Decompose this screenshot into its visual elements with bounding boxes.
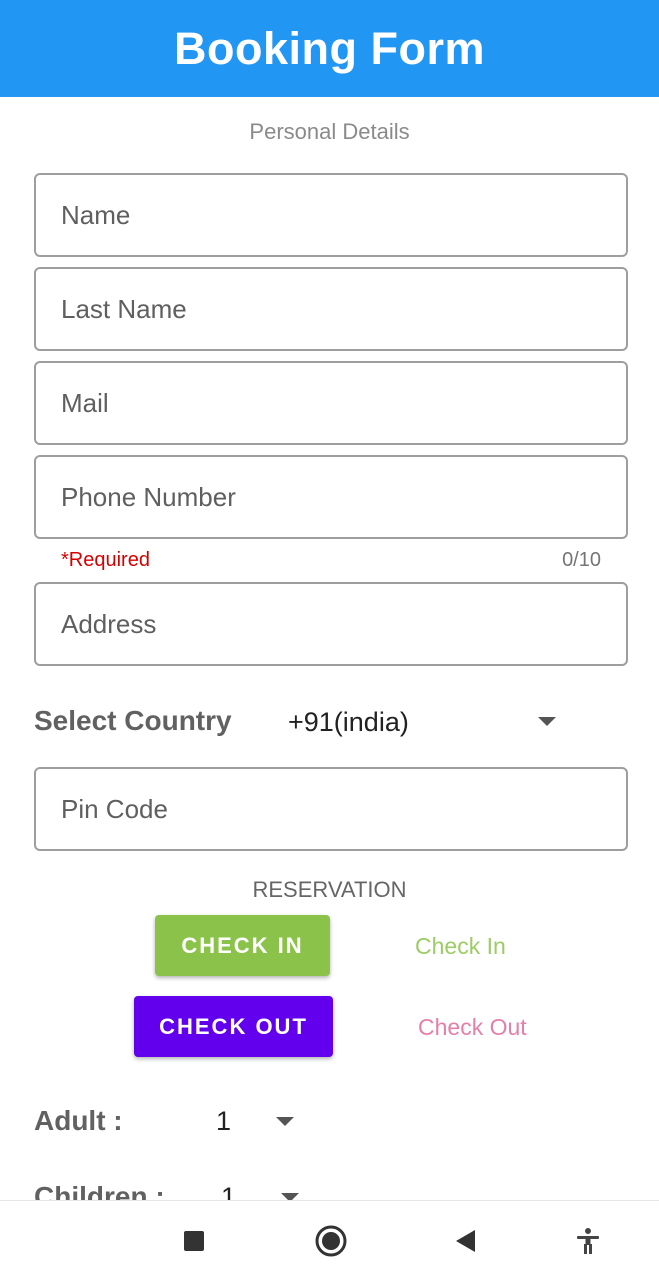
phone-char-counter: 0/10 bbox=[562, 549, 601, 571]
accessibility-icon bbox=[577, 1228, 599, 1254]
home-circle-icon bbox=[315, 1225, 347, 1257]
adult-label: Adult : bbox=[34, 1105, 123, 1136]
back-button[interactable] bbox=[436, 1201, 496, 1280]
pin-code-input[interactable] bbox=[61, 793, 626, 825]
app-bar: Booking Form bbox=[0, 0, 659, 97]
personal-details-label: Personal Details bbox=[249, 119, 410, 144]
address-input[interactable] bbox=[61, 608, 626, 640]
accessibility-button[interactable] bbox=[558, 1201, 618, 1280]
country-value: +91(india) bbox=[288, 706, 409, 737]
adult-dropdown-arrow-icon bbox=[276, 1117, 294, 1126]
check-out-date-text: Check Out bbox=[418, 1014, 527, 1040]
address-field[interactable] bbox=[34, 582, 628, 666]
last-name-input[interactable] bbox=[61, 293, 626, 325]
back-triangle-icon bbox=[456, 1230, 475, 1252]
phone-field[interactable] bbox=[34, 455, 628, 539]
phone-required-hint: *Required bbox=[61, 549, 150, 571]
country-spinner[interactable]: +91(india) bbox=[288, 700, 568, 744]
home-button[interactable] bbox=[301, 1201, 361, 1280]
phone-input[interactable] bbox=[61, 481, 626, 513]
check-in-button[interactable]: CHECK IN bbox=[155, 915, 330, 976]
check-in-date-text: Check In bbox=[415, 933, 506, 959]
reservation-label: RESERVATION bbox=[252, 877, 407, 902]
select-country-label: Select Country bbox=[34, 705, 232, 736]
check-out-button[interactable]: CHECK OUT bbox=[134, 996, 333, 1057]
adult-spinner[interactable]: 1 bbox=[216, 1101, 306, 1141]
mail-field[interactable] bbox=[34, 361, 628, 445]
adult-value: 1 bbox=[216, 1105, 232, 1136]
recents-square-icon bbox=[184, 1231, 204, 1251]
name-field[interactable] bbox=[34, 173, 628, 257]
pin-code-field[interactable] bbox=[34, 767, 628, 851]
page-title: Booking Form bbox=[174, 22, 485, 74]
name-input[interactable] bbox=[61, 199, 626, 231]
last-name-field[interactable] bbox=[34, 267, 628, 351]
recents-button[interactable] bbox=[164, 1201, 224, 1280]
country-dropdown-arrow-icon bbox=[538, 717, 556, 726]
system-nav-bar bbox=[0, 1200, 659, 1280]
mail-input[interactable] bbox=[61, 387, 626, 419]
